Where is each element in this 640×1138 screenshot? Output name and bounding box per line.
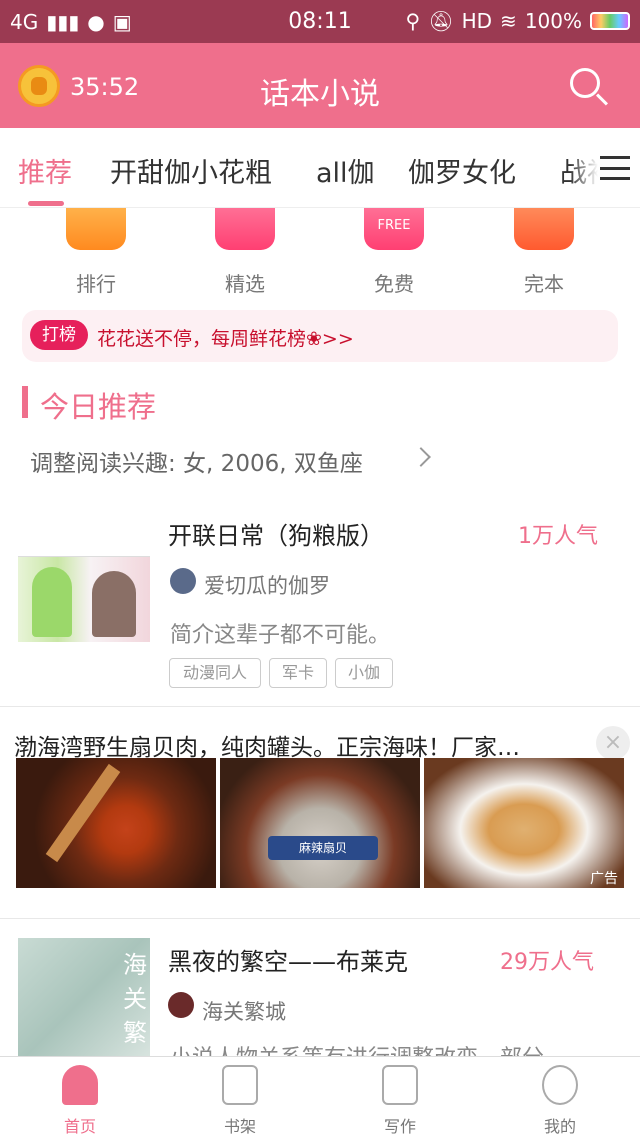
category-complete[interactable]: 完本 <box>494 208 594 297</box>
nav-home-label: 首页 <box>63 1117 96 1136</box>
ad-image-3[interactable]: 广告 <box>424 758 624 888</box>
author-avatar-2 <box>168 992 194 1018</box>
cover-title-text: 海关繁 <box>123 951 147 1047</box>
section-title: 今日推荐 <box>40 390 157 424</box>
app-title: 话本小说 <box>260 77 380 112</box>
book-title-2[interactable]: 黑夜的繁空——布莱克 <box>168 942 408 977</box>
nav-profile[interactable]: 我的 <box>520 1065 600 1137</box>
book-cover-2[interactable]: 海关繁 <box>18 938 150 1058</box>
tab-2[interactable]: all伽 <box>316 151 375 190</box>
ad-label: 广告 <box>590 871 618 887</box>
book-popularity-1: 1万人气 <box>518 524 598 549</box>
profile-icon <box>542 1065 578 1105</box>
category-tabs: 推荐 开甜伽小花粗 all伽 伽罗女化 战衫 <box>0 128 640 208</box>
search-icon[interactable] <box>570 68 600 98</box>
banner-text: 花花送不停，每周鲜花榜❀>> <box>97 328 354 350</box>
book-tag[interactable]: 动漫同人 <box>169 658 261 688</box>
category-free[interactable]: FREE 免费 <box>344 208 444 297</box>
status-bar: 4G ▮▮▮ ● ▣ 08:11 ⚲ 🔕︎ HD ≋ 100% <box>0 0 640 43</box>
author-avatar-1 <box>170 568 196 594</box>
battery-label: 100% <box>524 9 582 33</box>
section-marker <box>22 386 28 418</box>
can-label: 麻辣扇贝 <box>268 836 378 860</box>
category-featured-label: 精选 <box>225 272 265 296</box>
battery-icon <box>590 12 630 30</box>
chevron-right-icon <box>411 447 431 467</box>
book-title-1[interactable]: 开联日常（狗粮版） <box>168 516 384 551</box>
home-icon <box>62 1065 98 1105</box>
category-ranking[interactable]: 排行 <box>46 208 146 297</box>
book-cover-1[interactable] <box>18 556 150 642</box>
flower-ranking-banner[interactable]: 打榜 花花送不停，每周鲜花榜❀>> <box>22 310 618 362</box>
close-icon[interactable]: × <box>596 726 630 760</box>
category-complete-label: 完本 <box>524 272 564 296</box>
menu-icon[interactable] <box>600 156 630 180</box>
banner-tag: 打榜 <box>30 320 88 350</box>
tab-recommend[interactable]: 推荐 <box>18 151 72 190</box>
hd-label: HD <box>461 9 493 33</box>
tab-3[interactable]: 伽罗女化 <box>408 151 516 190</box>
pencil-icon <box>382 1065 418 1105</box>
nav-home[interactable]: 首页 <box>40 1065 120 1137</box>
star-icon <box>215 208 275 250</box>
trophy-icon <box>66 208 126 250</box>
free-icon: FREE <box>364 208 424 250</box>
cover-character-right <box>92 571 136 637</box>
book-author-1: 爱切瓜的伽罗 <box>204 574 330 598</box>
nav-write-label: 写作 <box>383 1117 416 1136</box>
tab-1[interactable]: 开甜伽小花粗 <box>110 151 272 190</box>
checkmark-icon <box>514 208 574 250</box>
divider <box>0 918 640 919</box>
category-free-label: 免费 <box>374 272 414 296</box>
book-author-2: 海关繁城 <box>202 1000 286 1024</box>
divider <box>0 706 640 707</box>
book-tag[interactable]: 军卡 <box>269 658 327 688</box>
ad-title[interactable]: 渤海湾野生扇贝肉，纯肉罐头。正宗海味！厂家… <box>14 728 594 762</box>
bookshelf-icon <box>222 1065 258 1105</box>
ad-image-1[interactable] <box>16 758 216 888</box>
book-tag[interactable]: 小伽 <box>335 658 393 688</box>
nav-bookshelf-label: 书架 <box>223 1117 256 1136</box>
nav-write[interactable]: 写作 <box>360 1065 440 1137</box>
wifi-icon: ≋ <box>500 9 517 33</box>
nav-profile-label: 我的 <box>543 1117 576 1136</box>
chopsticks-shape <box>45 763 121 863</box>
category-featured[interactable]: 精选 <box>195 208 295 297</box>
app-header: 35:52 话本小说 <box>0 43 640 128</box>
ad-image-2[interactable]: 麻辣扇贝 <box>220 758 420 888</box>
book-intro-1: 简介这辈子都不可能。 <box>170 623 391 648</box>
cover-character-left <box>32 567 72 637</box>
adjust-interest-link[interactable]: 调整阅读兴趣: 女, 2006, 双鱼座 <box>30 444 363 478</box>
category-ranking-label: 排行 <box>76 272 116 296</box>
nav-bookshelf[interactable]: 书架 <box>200 1065 280 1137</box>
location-icon: ⚲ <box>405 9 421 33</box>
active-tab-indicator <box>28 201 64 206</box>
bottom-navigation: 首页 书架 写作 我的 <box>0 1056 640 1138</box>
mute-icon: 🔕︎ <box>428 9 454 33</box>
book-popularity-2: 29万人气 <box>500 950 594 975</box>
